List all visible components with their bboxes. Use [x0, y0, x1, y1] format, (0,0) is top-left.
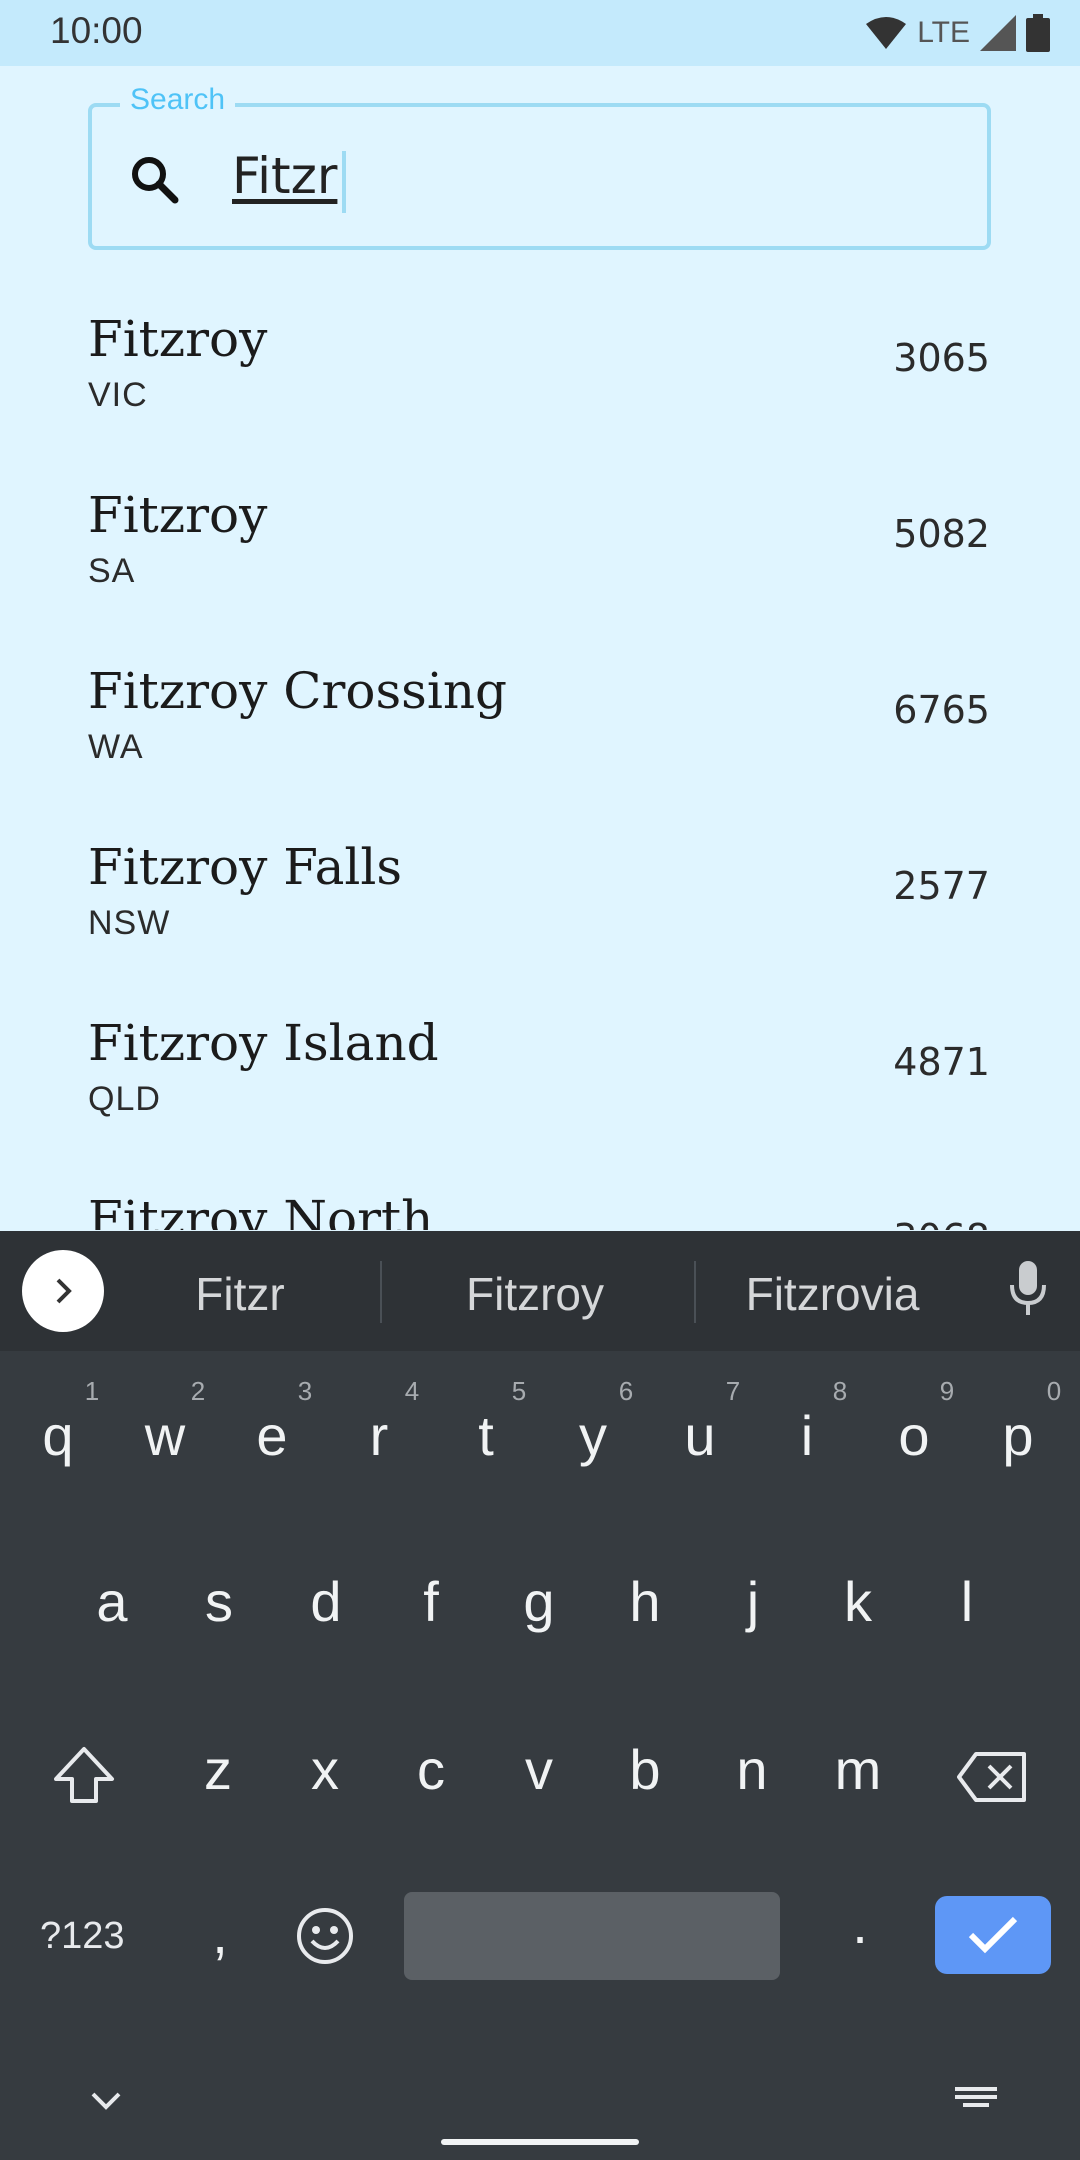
emoji-icon[interactable]: [296, 1907, 354, 1965]
key-o[interactable]: o: [864, 1403, 964, 1468]
search-label: Search: [120, 83, 236, 117]
key-l[interactable]: l: [917, 1569, 1017, 1634]
suburb-state: QLD: [88, 1080, 161, 1118]
status-bar: 10:00 LTE: [0, 0, 1080, 66]
suggestion-3[interactable]: Fitzrovia: [730, 1267, 935, 1321]
key-g[interactable]: g: [489, 1569, 589, 1634]
chevron-right-icon: [56, 1278, 72, 1304]
list-item[interactable]: Fitzroy Island QLD 4871: [0, 984, 1080, 1160]
text-caret: [342, 151, 346, 213]
suburb-name: Fitzroy: [88, 310, 268, 368]
key-f[interactable]: f: [381, 1569, 481, 1634]
suburb-postcode: 2577: [893, 864, 990, 908]
suggestion-divider: [694, 1261, 696, 1323]
suburb-state: NSW: [88, 904, 171, 942]
key-h[interactable]: h: [595, 1569, 695, 1634]
suburb-postcode: 3068: [893, 1216, 990, 1230]
list-item[interactable]: Fitzroy North 3068: [0, 1160, 1080, 1230]
suburb-state: WA: [88, 728, 144, 766]
key-r[interactable]: r: [329, 1403, 429, 1468]
key-y[interactable]: y: [543, 1403, 643, 1468]
key-period[interactable]: .: [810, 1891, 910, 1956]
key-a[interactable]: a: [62, 1569, 162, 1634]
shift-icon[interactable]: [52, 1745, 116, 1805]
search-icon: [132, 157, 179, 204]
suburb-state: VIC: [88, 376, 148, 414]
search-field[interactable]: Search Fitzr: [88, 83, 991, 250]
key-s[interactable]: s: [169, 1569, 269, 1634]
network-type: LTE: [917, 16, 970, 49]
suburb-state: SA: [88, 552, 136, 590]
backspace-icon[interactable]: [956, 1751, 1028, 1803]
key-x[interactable]: x: [275, 1737, 375, 1802]
suggestion-divider: [380, 1261, 382, 1323]
status-time: 10:00: [50, 10, 143, 51]
battery-icon: [1026, 14, 1050, 52]
key-q[interactable]: q: [8, 1403, 108, 1468]
key-p[interactable]: p: [968, 1403, 1068, 1468]
key-z[interactable]: z: [168, 1737, 268, 1802]
suburb-postcode: 5082: [893, 512, 990, 556]
key-v[interactable]: v: [489, 1737, 589, 1802]
key-d[interactable]: d: [276, 1569, 376, 1634]
suburb-postcode: 6765: [893, 688, 990, 732]
key-m[interactable]: m: [808, 1737, 908, 1802]
suburb-name: Fitzroy Falls: [88, 838, 403, 896]
suggestion-strip: Fitzr Fitzroy Fitzrovia: [0, 1231, 1080, 1351]
microphone-icon[interactable]: [1010, 1261, 1046, 1317]
list-item[interactable]: Fitzroy VIC 3065: [0, 280, 1080, 456]
suggestion-1[interactable]: Fitzr: [150, 1267, 330, 1321]
signal-icon: [980, 15, 1016, 51]
key-b[interactable]: b: [595, 1737, 695, 1802]
key-e[interactable]: e: [222, 1403, 322, 1468]
key-c[interactable]: c: [381, 1737, 481, 1802]
key-t[interactable]: t: [436, 1403, 536, 1468]
suburb-name: Fitzroy Crossing: [88, 662, 508, 720]
wifi-icon: [866, 17, 907, 49]
navigation-handle[interactable]: [441, 2139, 639, 2145]
soft-keyboard: Fitzr Fitzroy Fitzrovia 1 2 3 4 5 6 7 8 …: [0, 1231, 1080, 2160]
list-item[interactable]: Fitzroy Crossing WA 6765: [0, 632, 1080, 808]
key-n[interactable]: n: [702, 1737, 802, 1802]
space-bar[interactable]: [404, 1892, 780, 1980]
key-comma[interactable]: ,: [170, 1901, 270, 1966]
suggestion-2[interactable]: Fitzroy: [430, 1267, 640, 1321]
keyboard-switch-icon[interactable]: [955, 2087, 997, 2111]
symbols-key[interactable]: ?123: [40, 1915, 125, 1958]
suburb-name: Fitzroy North: [88, 1190, 434, 1230]
key-u[interactable]: u: [650, 1403, 750, 1468]
key-j[interactable]: j: [703, 1569, 803, 1634]
expand-toolbar-button[interactable]: [22, 1250, 104, 1332]
status-icons: LTE: [865, 14, 1050, 52]
list-item[interactable]: Fitzroy Falls NSW 2577: [0, 808, 1080, 984]
key-w[interactable]: w: [115, 1403, 215, 1468]
key-i[interactable]: i: [757, 1403, 857, 1468]
suburb-name: Fitzroy Island: [88, 1014, 439, 1072]
chevron-down-icon[interactable]: [90, 2091, 122, 2111]
enter-button[interactable]: [935, 1896, 1051, 1974]
suburb-postcode: 3065: [893, 336, 990, 380]
checkmark-icon: [968, 1916, 1018, 1954]
suburb-postcode: 4871: [893, 1040, 990, 1084]
list-item[interactable]: Fitzroy SA 5082: [0, 456, 1080, 632]
results-list[interactable]: Fitzroy VIC 3065 Fitzroy SA 5082 Fitzroy…: [0, 280, 1080, 1230]
search-input[interactable]: Fitzr: [232, 147, 337, 205]
key-k[interactable]: k: [808, 1569, 908, 1634]
suburb-name: Fitzroy: [88, 486, 268, 544]
